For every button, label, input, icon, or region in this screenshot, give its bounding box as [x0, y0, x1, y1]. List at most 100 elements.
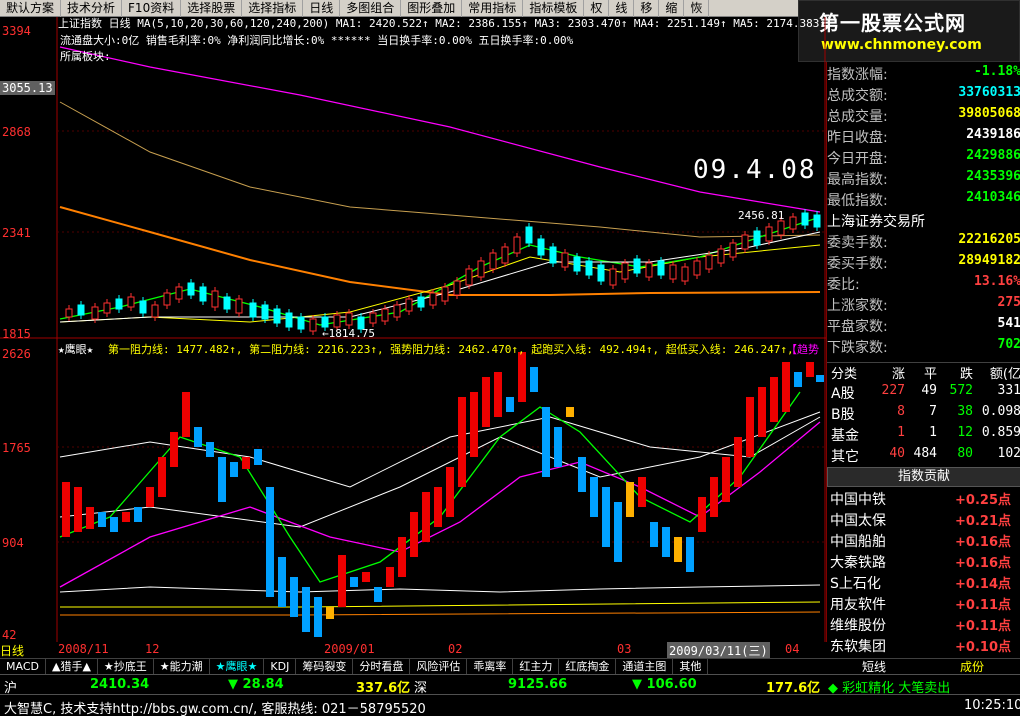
stock-info-line: 流通盘大小:0亿 销售毛利率:0% 净利润同比增长:0% ****** 当日换手… [60, 34, 574, 47]
candle-body [573, 256, 581, 272]
menu-item[interactable]: 图形叠加 [401, 0, 463, 17]
class-table-header: 分类 涨 平 跌 额(亿 [827, 362, 1020, 382]
table-header-cell: 涨 [891, 367, 905, 382]
contribution-row[interactable]: S上石化 +0.14点 [827, 573, 1020, 594]
indicator-tab[interactable]: ★能力潮 [154, 659, 210, 675]
eagle-bar [170, 432, 178, 467]
quote-label: 上涨家数: [827, 298, 888, 314]
sz-index: 9125.66 [508, 677, 568, 692]
indicator-tab[interactable]: 乖离率 [467, 659, 514, 675]
quote-value: 13.16% [974, 274, 1020, 289]
indicator-tab[interactable]: 风险评估 [410, 659, 468, 675]
candle-body [115, 298, 123, 310]
table-cell: 1 [897, 425, 905, 440]
eagle-bar [494, 372, 502, 417]
contribution-row[interactable]: 中国太保 +0.21点 [827, 510, 1020, 531]
table-cell: 572 [949, 383, 973, 398]
indicator-tab[interactable]: 通道主图 [616, 659, 674, 675]
table-row: B股 8 7 38 0.098 [827, 404, 1020, 424]
contribution-row[interactable]: 中国中铁 +0.25点 [827, 489, 1020, 510]
kline-chart[interactable]: 2456.81 ←1814.75 [0, 17, 826, 642]
y-label-lower: 1765 [2, 441, 31, 455]
indicator-tab[interactable]: 其他 [673, 659, 709, 675]
indicator-tab[interactable]: ★抄底王 [98, 659, 154, 675]
buy-line-orange [60, 611, 821, 616]
menu-item[interactable]: 权 [584, 0, 610, 17]
x-axis: 日线 2008/11 12 2009/01 02 03 2009/03/11(三… [0, 642, 826, 659]
menu-item[interactable]: 选择股票 [181, 0, 243, 17]
menu-item[interactable]: 多图组合 [340, 0, 402, 17]
table-cell: B股 [831, 407, 855, 423]
menu-item[interactable]: 恢 [684, 0, 710, 17]
menu-item[interactable]: 选择指标 [242, 0, 304, 17]
eagle-bar [338, 555, 346, 607]
eagle-indicator-tag: 【趋势 [786, 343, 819, 356]
menu-item[interactable]: 线 [609, 0, 635, 17]
contribution-header[interactable]: 指数贡献 [827, 467, 1020, 487]
stock-name: 维维股份 [830, 618, 886, 634]
quote-label: 总成交量: [827, 109, 888, 125]
eagle-bar [86, 507, 94, 529]
menu-item[interactable]: 移 [634, 0, 660, 17]
y-label-lower: 2626 [2, 347, 31, 361]
quote-value: 2429886 [966, 148, 1020, 163]
indicator-tab[interactable]: MACD [0, 659, 46, 675]
indicator-tab[interactable]: 筹码裂变 [296, 659, 354, 675]
indicator-tab[interactable]: ▲猎手▲ [46, 659, 98, 675]
quote-label: 今日开盘: [827, 151, 888, 167]
candle-body [489, 252, 497, 270]
contribution-row[interactable]: 东软集团 +0.10点 [827, 636, 1020, 657]
channel-line-low [59, 584, 821, 593]
low-price-label: ←1814.75 [322, 327, 375, 340]
contribution-row[interactable]: 用友软件 +0.11点 [827, 594, 1020, 615]
menu-item[interactable]: 缩 [659, 0, 685, 17]
eagle-bar [74, 487, 82, 532]
candle-body [273, 308, 281, 324]
indicator-tab[interactable]: ★鹰眼★ [210, 659, 265, 675]
candle-body [261, 304, 269, 320]
table-cell: 其它 [831, 449, 859, 465]
tab-components[interactable]: 成份 [960, 658, 984, 675]
contribution-points: +0.11点 [955, 619, 1011, 634]
candle-body [741, 234, 749, 250]
eagle-bar [62, 482, 70, 537]
table-cell: 12 [957, 425, 973, 440]
period-label[interactable]: 日线 [0, 642, 24, 659]
stock-name: 中国中铁 [830, 492, 886, 508]
contribution-row[interactable]: 大秦铁路 +0.16点 [827, 552, 1020, 573]
menu-item[interactable]: 常用指标 [462, 0, 524, 17]
menu-item[interactable]: 默认方案 [0, 0, 62, 17]
table-cell: 102 [997, 446, 1020, 461]
candle-body [537, 238, 545, 256]
quote-label: 平盘家数: [827, 319, 888, 335]
contribution-row[interactable]: 中国船舶 +0.16点 [827, 531, 1020, 552]
candle-body [681, 266, 689, 282]
candle-body [729, 242, 737, 258]
indicator-tab[interactable]: 红底掏金 [559, 659, 617, 675]
contribution-row[interactable]: 维维股份 +0.11点 [827, 615, 1020, 636]
indicator-tab[interactable]: KDJ [264, 659, 297, 675]
candle-body [801, 212, 809, 226]
y-label-lower: 42 [2, 628, 17, 642]
candle-body [645, 262, 653, 278]
date-annotation: 09.4.08 [693, 155, 817, 185]
eagle-bar [506, 397, 514, 412]
candle-body [405, 298, 413, 312]
quote-label: 最低指数: [827, 193, 888, 209]
indicator-tab[interactable]: 红主力 [513, 659, 560, 675]
tab-short-line[interactable]: 短线 [862, 658, 886, 675]
eagle-bar [566, 407, 574, 417]
menu-item[interactable]: 技术分析 [61, 0, 123, 17]
menu-item[interactable]: F10资料 [122, 0, 182, 17]
logo-url: www.chnmoney.com [821, 37, 982, 53]
ma-line-white [59, 231, 821, 323]
table-header-cell: 分类 [831, 367, 858, 382]
menu-item[interactable]: 日线 [303, 0, 341, 17]
sz-change: ▼ 106.60 [632, 677, 697, 692]
menu-item[interactable]: 指标模板 [523, 0, 585, 17]
chart-area[interactable]: 2456.81 ←1814.75 上证指数 日线 MA(5,10,20,30,60… [0, 17, 826, 642]
indicator-tab[interactable]: 分时看盘 [353, 659, 411, 675]
eagle-bar [314, 597, 322, 637]
candle-body [297, 316, 305, 330]
candle-body [249, 302, 257, 318]
